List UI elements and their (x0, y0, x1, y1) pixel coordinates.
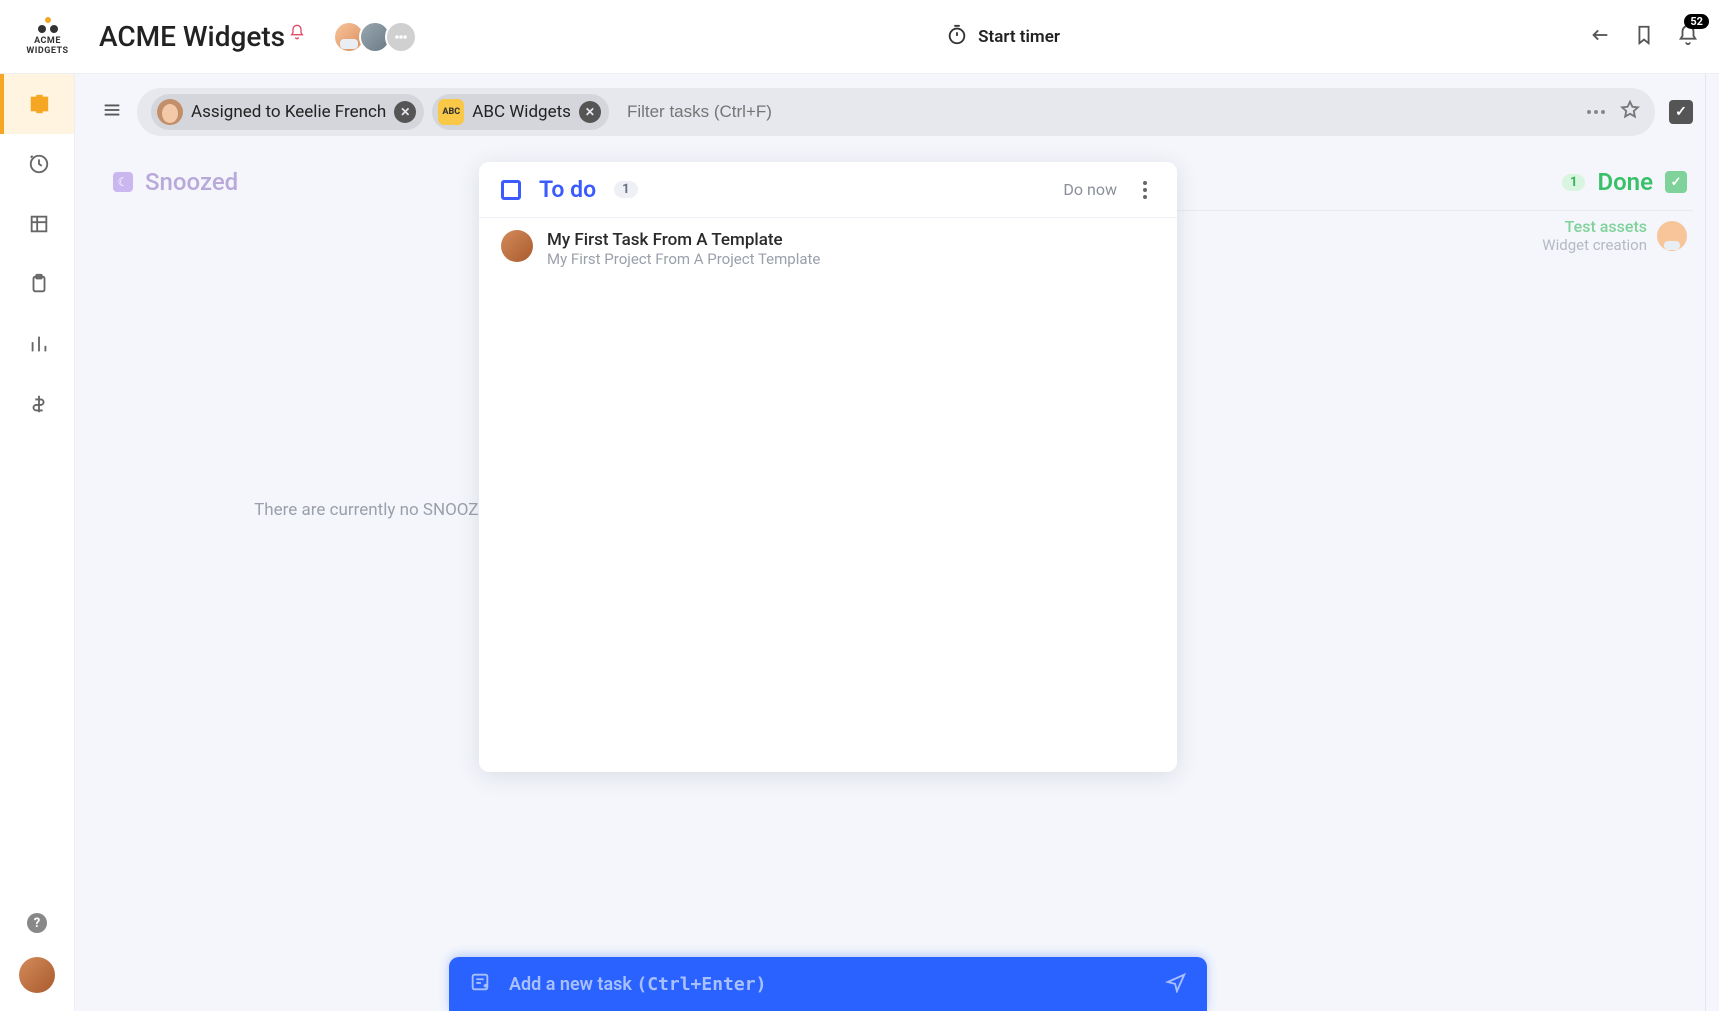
timer-label: Start timer (978, 27, 1060, 47)
remove-chip-icon[interactable] (394, 101, 416, 123)
add-task-icon (469, 971, 491, 997)
scrollbar-track[interactable] (1705, 74, 1719, 1011)
filter-input[interactable] (617, 102, 1571, 122)
task-subtitle: Widget creation (1542, 236, 1647, 254)
filter-bar: Assigned to Keelie French ABC ABC Widget… (75, 74, 1719, 150)
start-timer-button[interactable]: Start timer (946, 24, 1060, 50)
more-members-button[interactable] (385, 21, 417, 53)
bookmark-icon[interactable] (1633, 24, 1655, 50)
menu-icon[interactable] (101, 99, 123, 125)
client-badge-icon: ABC (438, 99, 464, 125)
todo-task-row[interactable]: My First Task From A Template My First P… (479, 218, 1177, 280)
nav-item-board[interactable] (0, 74, 74, 134)
task-title: Test assets (1542, 217, 1647, 236)
done-task-row[interactable]: Test assets Widget creation (1162, 210, 1693, 254)
remove-chip-icon[interactable] (579, 101, 601, 123)
nav-item-clients[interactable] (0, 194, 74, 254)
column-title: Snoozed (145, 168, 238, 196)
notifications-count-badge: 52 (1684, 14, 1709, 29)
notifications-icon[interactable]: 52 (1677, 24, 1699, 50)
member-avatar-stack[interactable] (333, 21, 417, 53)
column-title: Done (1597, 168, 1653, 196)
column-done: 1 Done Test assets Widget creation (1162, 150, 1693, 520)
toggle-completed-icon[interactable] (1669, 100, 1693, 124)
do-now-button[interactable]: Do now (1063, 180, 1117, 199)
left-nav-rail: ? (0, 74, 75, 1011)
assignee-avatar-icon (501, 230, 533, 262)
stopwatch-icon (946, 24, 968, 50)
filter-chip-assignee[interactable]: Assigned to Keelie French (151, 94, 424, 130)
brand-logo[interactable]: ACMEWIDGETS (20, 17, 75, 57)
task-title: My First Task From A Template (547, 230, 820, 250)
workspace-title[interactable]: ACME Widgets (99, 20, 285, 53)
add-task-bar[interactable]: Add a new task (Ctrl+Enter) (449, 957, 1207, 1011)
filter-chip-label: ABC Widgets (472, 102, 571, 122)
nav-item-clipboard[interactable] (0, 254, 74, 314)
filter-chip-label: Assigned to Keelie French (191, 102, 386, 122)
notification-bell-small-icon[interactable] (289, 14, 305, 47)
todo-panel: To do 1 Do now My First Task From A Temp… (479, 162, 1177, 772)
snoozed-icon (113, 172, 133, 192)
filter-chip-client[interactable]: ABC ABC Widgets (432, 94, 609, 130)
todo-status-icon[interactable] (501, 180, 521, 200)
filter-more-icon[interactable] (1587, 110, 1605, 114)
filter-input-container[interactable]: Assigned to Keelie French ABC ABC Widget… (137, 88, 1655, 136)
done-check-icon (1665, 171, 1687, 193)
brand-logo-text: ACMEWIDGETS (26, 37, 68, 57)
todo-panel-header: To do 1 Do now (479, 162, 1177, 218)
done-count-badge: 1 (1562, 174, 1585, 191)
task-subtitle: My First Project From A Project Template (547, 250, 820, 268)
star-icon[interactable] (1619, 99, 1641, 125)
current-user-avatar[interactable] (19, 957, 55, 993)
board-content: Assigned to Keelie French ABC ABC Widget… (75, 74, 1719, 1011)
nav-item-reports[interactable] (0, 314, 74, 374)
nav-item-billing[interactable] (0, 374, 74, 434)
help-icon[interactable]: ? (27, 913, 47, 933)
assignee-avatar-icon (1657, 221, 1687, 251)
nav-item-recent[interactable] (0, 134, 74, 194)
todo-count-badge: 1 (614, 181, 637, 198)
add-task-label: Add a new task (Ctrl+Enter) (509, 974, 766, 995)
kebab-menu-icon[interactable] (1135, 177, 1155, 203)
assignee-avatar-icon (157, 99, 183, 125)
app-header: ACMEWIDGETS ACME Widgets Start timer (0, 0, 1719, 74)
todo-title: To do (539, 176, 596, 203)
back-icon[interactable] (1589, 24, 1611, 50)
send-icon[interactable] (1165, 971, 1187, 997)
